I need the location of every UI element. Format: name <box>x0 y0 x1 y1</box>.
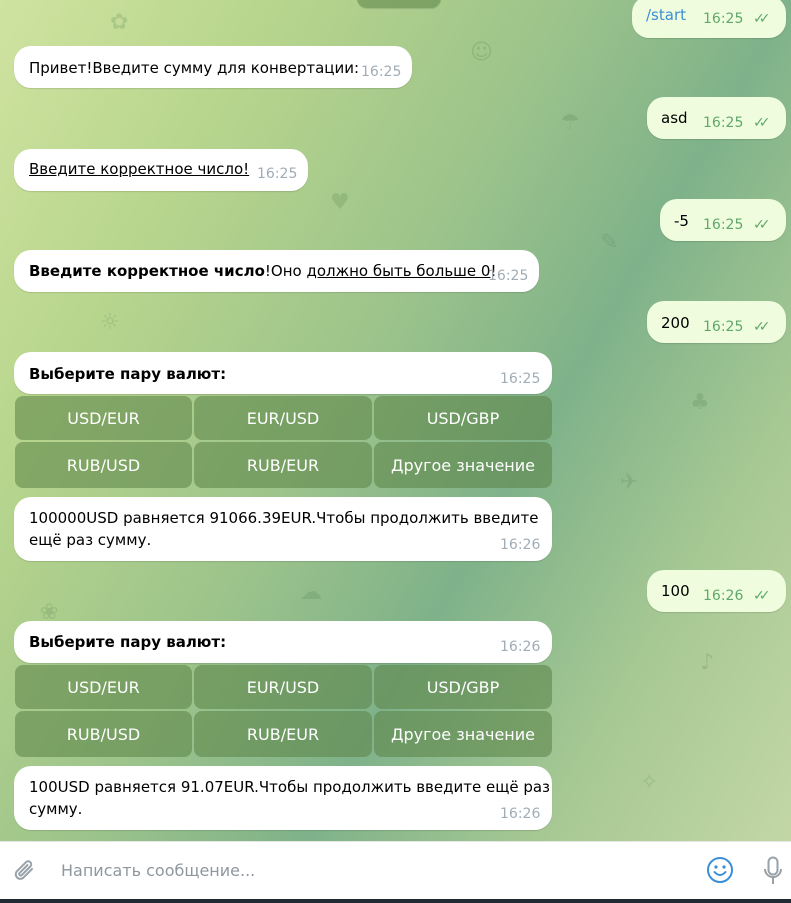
message-time: 16:25 <box>488 268 529 284</box>
message-text: Привет!Введите сумму для конвертации: <box>29 59 360 77</box>
message-text: Выберите пару валют: <box>29 365 227 383</box>
message-time: 16:25 <box>703 11 744 27</box>
window-bottom-edge <box>0 899 791 903</box>
keyboard-button[interactable]: EUR/USD <box>194 665 372 709</box>
message-time: 16:25 <box>500 371 541 387</box>
message-time: 16:25 <box>703 319 744 335</box>
message-input[interactable]: Написать сообщение... <box>61 861 255 880</box>
keyboard-button[interactable]: RUB/USD <box>15 711 192 757</box>
double-check-icon: ✓✓ <box>753 115 771 131</box>
incoming-message: Выберите пару валют: 16:25 <box>14 352 552 394</box>
message-text: -5 <box>674 212 689 230</box>
message-text-line: ещё раз сумму. <box>29 531 152 549</box>
double-check-icon: ✓✓ <box>753 217 771 233</box>
keyboard-button[interactable]: EUR/USD <box>194 396 372 440</box>
incoming-message: 100USD равняется 91.07EUR.Чтобы продолжи… <box>14 766 552 830</box>
message-text: 200 <box>661 314 690 332</box>
message-text[interactable]: /start <box>646 4 686 26</box>
smile-icon[interactable] <box>706 856 734 884</box>
incoming-message: Привет!Введите сумму для конвертации: 16… <box>14 46 412 88</box>
doodle-icon: ☺ <box>470 40 493 65</box>
keyboard-button[interactable]: USD/EUR <box>15 396 192 440</box>
paperclip-icon[interactable] <box>13 858 37 884</box>
keyboard-button[interactable]: Другое значение <box>374 442 552 488</box>
outgoing-message: 200 16:25 ✓✓ <box>647 301 786 343</box>
keyboard-button[interactable]: Другое значение <box>374 711 552 757</box>
message-text[interactable]: Введите корректное число! <box>29 158 249 180</box>
doodle-icon: ✈ <box>620 470 639 495</box>
outgoing-message: 100 16:26 ✓✓ <box>647 570 786 612</box>
keyboard-button[interactable]: USD/GBP <box>374 665 552 709</box>
message-time: 16:25 <box>257 166 298 182</box>
message-time: 16:26 <box>703 588 744 604</box>
message-text-line: 100000USD равняется 91066.39EUR.Чтобы пр… <box>29 509 539 527</box>
keyboard-button[interactable]: RUB/EUR <box>194 711 372 757</box>
double-check-icon: ✓✓ <box>753 588 771 604</box>
outgoing-message: -5 16:25 ✓✓ <box>660 199 786 241</box>
doodle-icon: ☁ <box>300 580 322 605</box>
outgoing-message: /start 16:25 ✓✓ <box>632 0 786 38</box>
message-text-line: сумму. <box>29 800 83 818</box>
message-time: 16:26 <box>500 639 541 655</box>
doodle-icon: ✎ <box>600 230 619 255</box>
message-text: 100 <box>661 582 690 600</box>
doodle-icon: ☂ <box>560 110 580 135</box>
chat-area: ✿ ☺ ☂ ♥ ✎ ☼ ♣ ✈ ☁ ♪ ✧ ❀ /start 16:25 ✓✓ … <box>0 0 791 841</box>
outgoing-message: asd 16:25 ✓✓ <box>647 97 786 139</box>
keyboard-button[interactable]: USD/EUR <box>15 665 192 709</box>
message-time: 16:26 <box>500 537 541 553</box>
composer-bar: Написать сообщение... <box>0 841 791 899</box>
keyboard-button[interactable]: RUB/USD <box>15 442 192 488</box>
doodle-icon: ♥ <box>330 190 350 215</box>
doodle-icon: ♪ <box>700 650 715 675</box>
message-text: Введите корректное число!Оно должно быть… <box>29 260 496 282</box>
message-text: asd <box>661 109 688 127</box>
message-underlined-text[interactable]: должно быть больше 0 <box>306 262 490 280</box>
incoming-message: 100000USD равняется 91066.39EUR.Чтобы пр… <box>14 497 552 561</box>
message-time: 16:25 <box>703 115 744 131</box>
double-check-icon: ✓✓ <box>753 11 771 27</box>
doodle-icon: ✧ <box>640 770 659 795</box>
message-time: 16:25 <box>361 64 402 80</box>
keyboard-button[interactable]: RUB/EUR <box>194 442 372 488</box>
doodle-icon: ✿ <box>110 10 129 35</box>
incoming-message: Введите корректное число! 16:25 <box>14 149 308 191</box>
message-time: 16:26 <box>500 806 541 822</box>
doodle-icon: ♣ <box>690 390 710 415</box>
microphone-icon[interactable] <box>762 856 784 886</box>
double-check-icon: ✓✓ <box>753 319 771 335</box>
message-plain-text: !Оно <box>264 262 307 280</box>
keyboard-button[interactable]: USD/GBP <box>374 396 552 440</box>
incoming-message: Введите корректное число!Оно должно быть… <box>14 250 539 292</box>
message-text: Выберите пару валют: <box>29 633 227 651</box>
message-text-line: 100USD равняется 91.07EUR.Чтобы продолжи… <box>29 778 551 796</box>
incoming-message: Выберите пару валют: 16:26 <box>14 621 552 663</box>
doodle-icon: ☼ <box>100 310 120 335</box>
message-bubble-partial <box>357 0 441 8</box>
message-bold-text: Введите корректное число <box>29 262 265 280</box>
message-time: 16:25 <box>703 217 744 233</box>
